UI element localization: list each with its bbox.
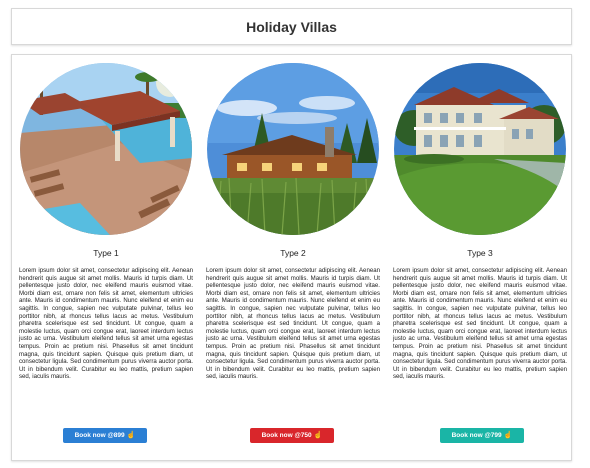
hand-pointer-icon: ☝ (126, 432, 136, 439)
villa-type-label: Type 3 (467, 248, 493, 258)
hand-pointer-icon: ☝ (503, 432, 513, 439)
book-now-button-type-2[interactable]: Book now @750 ☝ (250, 428, 334, 443)
villa-type-label: Type 1 (93, 248, 119, 258)
hand-pointer-icon: ☝ (313, 432, 323, 439)
villa-description: Lorem ipsum dolor sit amet, consectetur … (206, 267, 380, 381)
villa-description: Lorem ipsum dolor sit amet, consectetur … (393, 267, 567, 381)
book-now-label: Book now @799 (451, 432, 502, 439)
page-title: Holiday Villas (246, 18, 337, 35)
villa-type-label: Type 2 (280, 248, 306, 258)
page-header: Holiday Villas (11, 8, 572, 45)
book-now-button-type-3[interactable]: Book now @799 ☝ (440, 428, 524, 443)
book-now-button-type-1[interactable]: Book now @899 ☝ (63, 428, 147, 443)
book-now-label: Book now @899 (74, 432, 125, 439)
villas-panel: Type 1 Lorem ipsum dolor sit amet, conse… (11, 54, 572, 461)
villa-description: Lorem ipsum dolor sit amet, consectetur … (19, 267, 193, 381)
villa-photo-type-2 (207, 63, 379, 235)
villa-photo-type-1 (20, 63, 192, 235)
villa-card-type-3: Type 3 Lorem ipsum dolor sit amet, conse… (392, 55, 568, 460)
villa-photo-type-3 (394, 63, 566, 235)
villa-card-type-2: Type 2 Lorem ipsum dolor sit amet, conse… (205, 55, 381, 460)
book-now-label: Book now @750 (261, 432, 312, 439)
villa-card-type-1: Type 1 Lorem ipsum dolor sit amet, conse… (18, 55, 194, 460)
